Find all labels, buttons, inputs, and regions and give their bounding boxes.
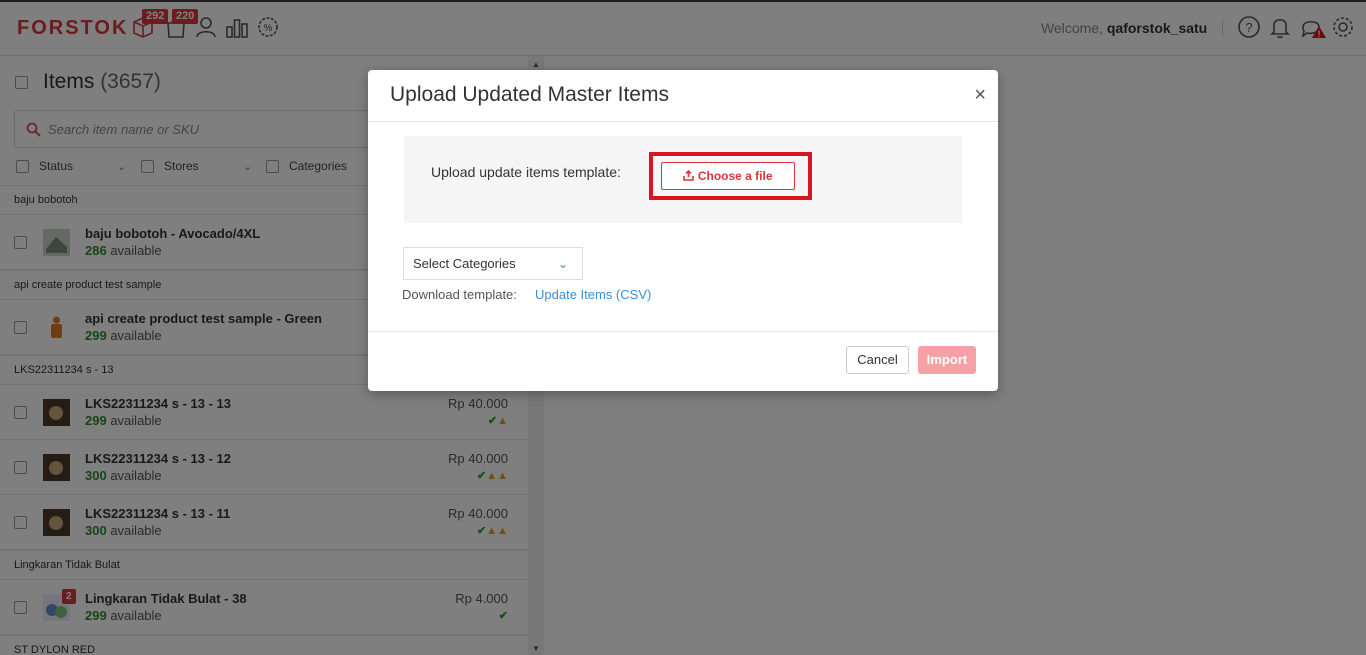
cancel-button[interactable]: Cancel	[846, 346, 909, 374]
highlight-box: Choose a file	[649, 152, 812, 200]
download-template-link[interactable]: Update Items (CSV)	[535, 287, 651, 302]
modal-header-divider	[368, 121, 998, 122]
modal-footer-divider	[368, 331, 998, 332]
choose-file-label: Choose a file	[697, 169, 773, 183]
upload-label: Upload update items template:	[431, 164, 621, 180]
select-categories-dropdown[interactable]: Select Categories ⌄	[403, 247, 583, 280]
choose-file-button[interactable]: Choose a file	[661, 162, 795, 190]
chevron-down-icon: ⌄	[557, 257, 568, 271]
download-template-label: Download template:	[402, 287, 517, 302]
upload-modal: Upload Updated Master Items × Upload upd…	[368, 70, 998, 391]
upload-section: Upload update items template: Choose a f…	[404, 136, 962, 223]
select-categories-label: Select Categories	[413, 256, 516, 271]
modal-title: Upload Updated Master Items	[390, 83, 669, 106]
close-icon[interactable]: ×	[974, 84, 986, 107]
upload-icon	[683, 169, 695, 181]
import-button[interactable]: Import	[918, 346, 976, 374]
